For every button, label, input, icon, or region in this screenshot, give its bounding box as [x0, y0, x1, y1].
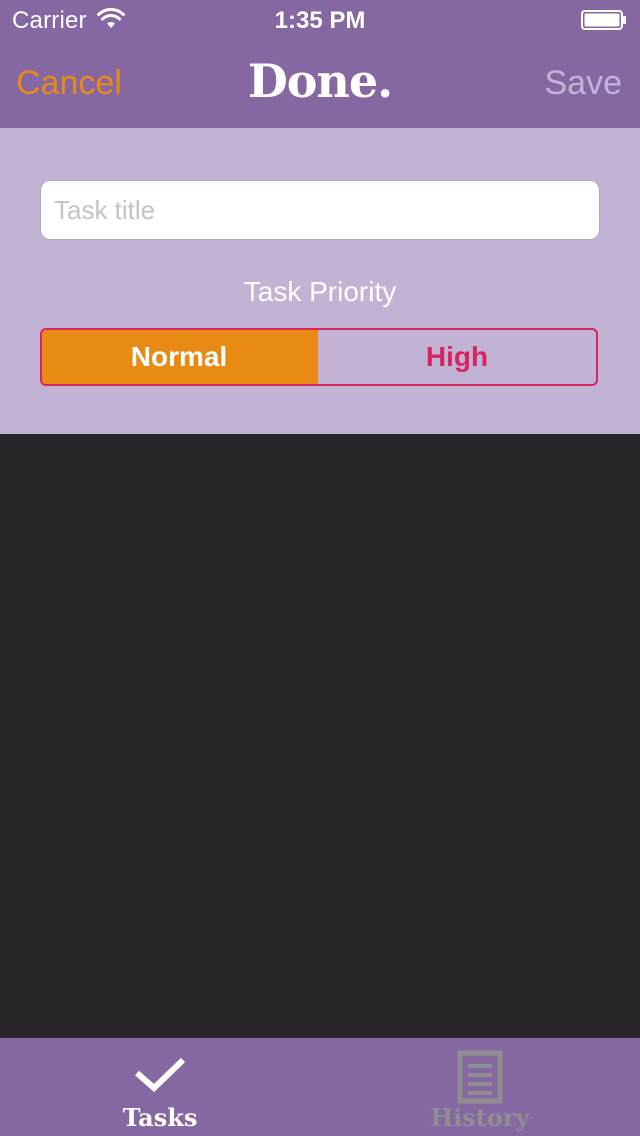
- save-button[interactable]: Save: [545, 64, 623, 103]
- priority-segmented-control: Normal High: [40, 328, 598, 386]
- tab-history[interactable]: History: [320, 1038, 640, 1136]
- tab-tasks[interactable]: Tasks: [0, 1038, 320, 1136]
- status-bar: Carrier 1:35 PM: [0, 0, 640, 40]
- tab-bar: Tasks History: [0, 1038, 640, 1136]
- task-form-panel: Task Priority Normal High: [0, 128, 640, 434]
- battery-icon: [581, 10, 626, 30]
- document-list-icon: [457, 1050, 503, 1104]
- app-header: Carrier 1:35 PM Cancel Done. Save: [0, 0, 640, 128]
- checkmark-icon: [135, 1057, 186, 1093]
- priority-normal-segment[interactable]: Normal: [42, 330, 318, 384]
- tab-tasks-label: Tasks: [122, 1103, 198, 1132]
- status-time: 1:35 PM: [274, 7, 366, 34]
- navigation-bar: Cancel Done. Save: [0, 40, 640, 128]
- priority-high-segment[interactable]: High: [318, 330, 596, 384]
- task-title-input[interactable]: [40, 180, 600, 240]
- task-priority-label: Task Priority: [243, 276, 397, 307]
- content-area: [0, 434, 640, 1038]
- tab-history-label: History: [430, 1103, 530, 1132]
